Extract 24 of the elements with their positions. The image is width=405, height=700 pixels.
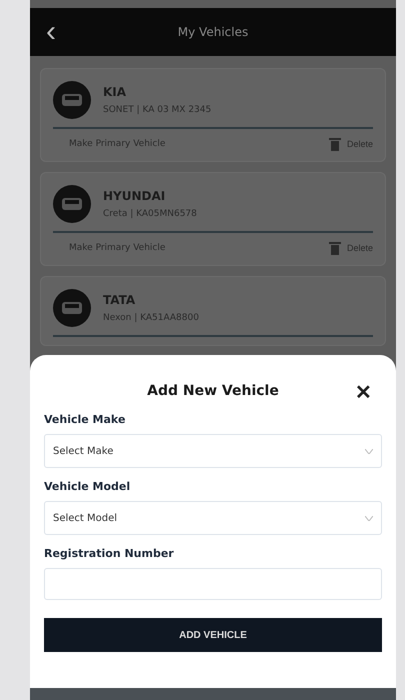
select-field[interactable]: Select Make <box>44 434 382 468</box>
screen-title: My Vehicles <box>178 25 248 39</box>
vehicle-details: SONET | KA 03 MX 2345 <box>103 105 212 115</box>
vehicle-details: Creta | KA05MN6578 <box>103 209 197 219</box>
select-field[interactable]: Select Model <box>44 501 382 535</box>
trash-icon <box>328 137 341 151</box>
car-icon <box>53 81 91 119</box>
back-button[interactable]: ‹ <box>42 17 60 47</box>
field-label: Vehicle Make <box>44 413 126 426</box>
field-label: Vehicle Model <box>44 480 132 493</box>
vehicle-details: Nexon | KA51AA8800 <box>103 313 199 323</box>
vehicle-make: KIA <box>103 85 128 99</box>
trash-icon <box>328 241 341 255</box>
field-label: Registration Number <box>44 547 175 560</box>
car-icon <box>53 289 91 327</box>
input-field[interactable] <box>44 568 382 600</box>
vehicle-make: TATA <box>103 293 136 307</box>
car-icon <box>53 185 91 223</box>
sheet-title: Add New Vehicle <box>147 383 279 399</box>
chevron-down-icon <box>365 448 373 454</box>
add-vehicle-button[interactable]: ADD VEHICLE <box>44 618 382 652</box>
vehicle-make: HYUNDAI <box>103 189 166 203</box>
close-button[interactable]: ✕ <box>349 379 378 406</box>
chevron-down-icon <box>365 516 373 520</box>
